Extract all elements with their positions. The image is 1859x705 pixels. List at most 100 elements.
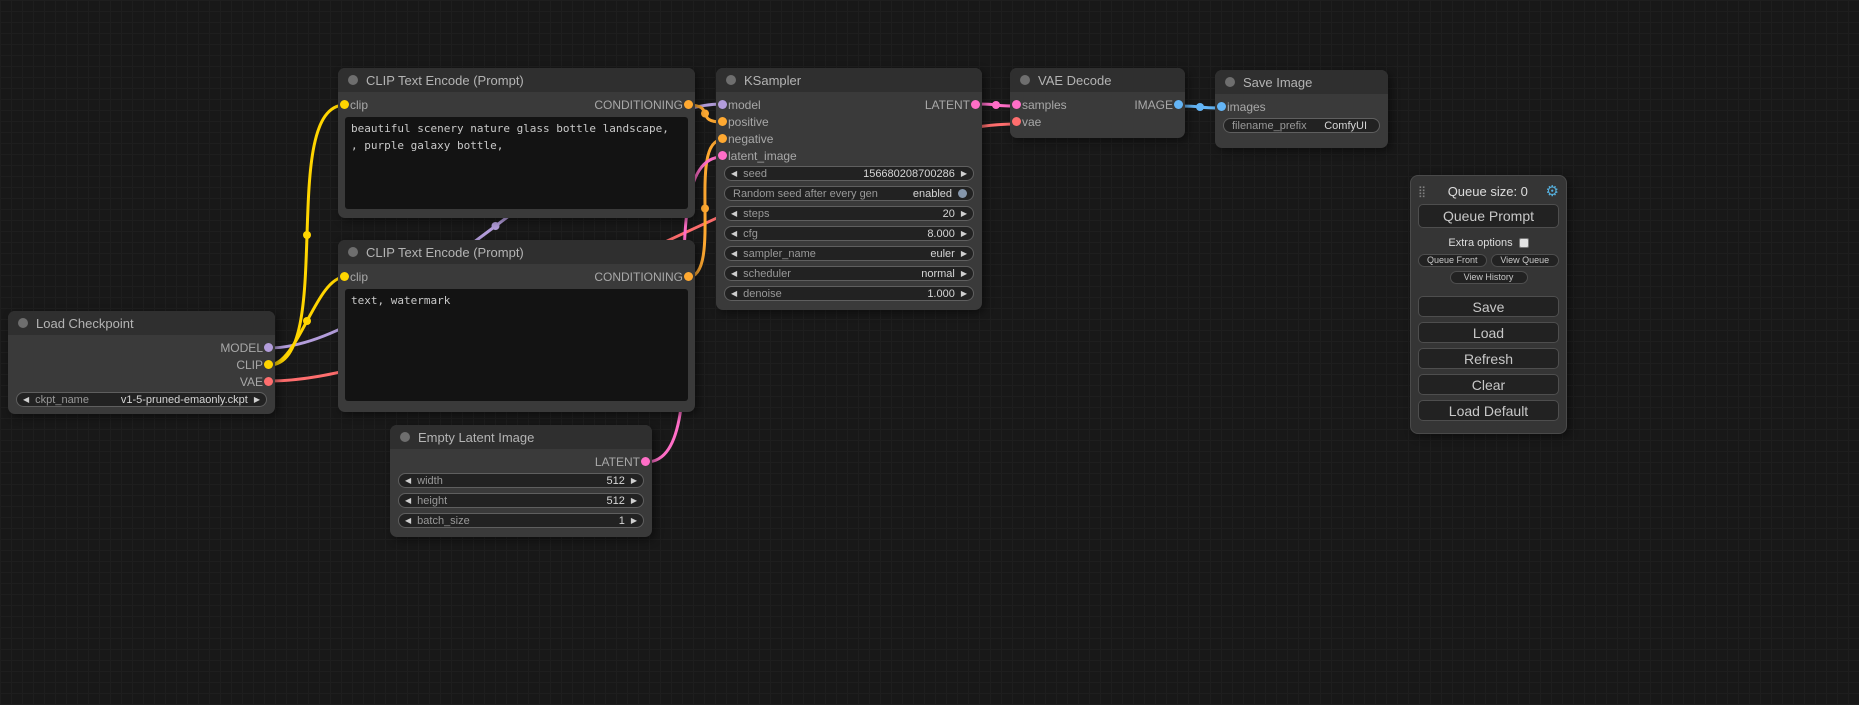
input-slot-model[interactable]: [718, 100, 727, 109]
refresh-button[interactable]: Refresh: [1418, 348, 1559, 369]
input-label-clip: clip: [350, 98, 368, 112]
node-header[interactable]: Empty Latent Image: [390, 425, 652, 449]
output-label-image: IMAGE: [1134, 98, 1173, 112]
arrow-left-icon[interactable]: ◀: [731, 170, 737, 178]
output-label-latent: LATENT: [595, 455, 640, 469]
input-slot-samples[interactable]: [1012, 100, 1021, 109]
widget-steps[interactable]: ◀ steps 20 ▶: [724, 206, 974, 221]
input-slot-clip[interactable]: [340, 272, 349, 281]
output-slot-conditioning[interactable]: [684, 272, 693, 281]
input-slot-latent-image[interactable]: [718, 151, 727, 160]
widget-seed[interactable]: ◀ seed 156680208700286 ▶: [724, 166, 974, 181]
widget-scheduler[interactable]: ◀ scheduler normal ▶: [724, 266, 974, 281]
output-slot-vae[interactable]: [264, 377, 273, 386]
output-slot-latent[interactable]: [971, 100, 980, 109]
collapse-dot[interactable]: [348, 75, 358, 85]
arrow-left-icon[interactable]: ◀: [405, 517, 411, 525]
widget-filename-prefix[interactable]: filename_prefix ComfyUI: [1223, 118, 1380, 133]
node-header[interactable]: VAE Decode: [1010, 68, 1185, 92]
arrow-right-icon[interactable]: ▶: [961, 210, 967, 218]
clear-button[interactable]: Clear: [1418, 374, 1559, 395]
input-label-positive: positive: [728, 115, 769, 129]
arrow-right-icon[interactable]: ▶: [961, 270, 967, 278]
widget-value: 8.000: [927, 228, 955, 240]
input-slot-positive[interactable]: [718, 117, 727, 126]
view-history-button[interactable]: View History: [1450, 271, 1528, 284]
arrow-right-icon[interactable]: ▶: [631, 497, 637, 505]
load-default-button[interactable]: Load Default: [1418, 400, 1559, 421]
arrow-left-icon[interactable]: ◀: [405, 477, 411, 485]
view-queue-button[interactable]: View Queue: [1491, 254, 1560, 267]
output-slot-clip[interactable]: [264, 360, 273, 369]
arrow-right-icon[interactable]: ▶: [631, 517, 637, 525]
queue-prompt-button[interactable]: Queue Prompt: [1418, 204, 1559, 228]
widget-value: 1: [619, 515, 625, 527]
widget-control-after-generate[interactable]: Random seed after every gen enabled: [724, 186, 974, 201]
node-ksampler[interactable]: KSampler model LATENT positive negative …: [716, 68, 982, 310]
arrow-left-icon[interactable]: ◀: [23, 396, 29, 404]
extra-options-checkbox[interactable]: [1519, 238, 1529, 248]
arrow-right-icon[interactable]: ▶: [254, 396, 260, 404]
node-header[interactable]: CLIP Text Encode (Prompt): [338, 240, 695, 264]
widget-width[interactable]: ◀ width 512 ▶: [398, 473, 644, 488]
arrow-left-icon[interactable]: ◀: [731, 270, 737, 278]
widget-label: scheduler: [743, 268, 915, 280]
arrow-left-icon[interactable]: ◀: [405, 497, 411, 505]
arrow-left-icon[interactable]: ◀: [731, 210, 737, 218]
input-slot-negative[interactable]: [718, 134, 727, 143]
collapse-dot[interactable]: [18, 318, 28, 328]
widget-height[interactable]: ◀ height 512 ▶: [398, 493, 644, 508]
node-vae-decode[interactable]: VAE Decode samples IMAGE vae: [1010, 68, 1185, 138]
node-save-image[interactable]: Save Image images filename_prefix ComfyU…: [1215, 70, 1388, 148]
node-load-checkpoint[interactable]: Load Checkpoint MODEL CLIP VAE ◀ ckpt_na…: [8, 311, 275, 414]
queue-front-button[interactable]: Queue Front: [1418, 254, 1487, 267]
arrow-right-icon[interactable]: ▶: [961, 170, 967, 178]
arrow-left-icon[interactable]: ◀: [731, 230, 737, 238]
toggle-icon[interactable]: [958, 189, 967, 198]
widget-label: sampler_name: [743, 248, 924, 260]
collapse-dot[interactable]: [348, 247, 358, 257]
arrow-left-icon[interactable]: ◀: [731, 290, 737, 298]
output-slot-model[interactable]: [264, 343, 273, 352]
node-empty-latent-image[interactable]: Empty Latent Image LATENT ◀ width 512 ▶ …: [390, 425, 652, 537]
arrow-right-icon[interactable]: ▶: [961, 250, 967, 258]
prompt-textarea[interactable]: text, watermark: [345, 289, 688, 401]
queue-menu-panel[interactable]: ⣿ Queue size: 0 ⚙ Queue Prompt Extra opt…: [1410, 175, 1567, 434]
node-title: VAE Decode: [1038, 73, 1111, 88]
input-slot-vae[interactable]: [1012, 117, 1021, 126]
settings-gear-icon[interactable]: ⚙: [1546, 182, 1559, 200]
node-header[interactable]: CLIP Text Encode (Prompt): [338, 68, 695, 92]
output-label-conditioning: CONDITIONING: [594, 98, 683, 112]
output-label-conditioning: CONDITIONING: [594, 270, 683, 284]
node-clip-text-encode-negative[interactable]: CLIP Text Encode (Prompt) clip CONDITION…: [338, 240, 695, 412]
load-button[interactable]: Load: [1418, 322, 1559, 343]
arrow-left-icon[interactable]: ◀: [731, 250, 737, 258]
arrow-right-icon[interactable]: ▶: [961, 290, 967, 298]
input-slot-images[interactable]: [1217, 102, 1226, 111]
output-slot-conditioning[interactable]: [684, 100, 693, 109]
collapse-dot[interactable]: [726, 75, 736, 85]
collapse-dot[interactable]: [1225, 77, 1235, 87]
arrow-right-icon[interactable]: ▶: [631, 477, 637, 485]
input-slot-clip[interactable]: [340, 100, 349, 109]
node-header[interactable]: Save Image: [1215, 70, 1388, 94]
node-header[interactable]: Load Checkpoint: [8, 311, 275, 335]
input-label-negative: negative: [728, 132, 773, 146]
drag-handle-icon[interactable]: ⣿: [1418, 185, 1426, 198]
widget-value: ComfyUI: [1324, 120, 1367, 132]
output-slot-latent[interactable]: [641, 457, 650, 466]
node-clip-text-encode-positive[interactable]: CLIP Text Encode (Prompt) clip CONDITION…: [338, 68, 695, 218]
widget-value: v1-5-pruned-emaonly.ckpt: [121, 394, 248, 406]
prompt-textarea[interactable]: beautiful scenery nature glass bottle la…: [345, 117, 688, 209]
node-header[interactable]: KSampler: [716, 68, 982, 92]
save-button[interactable]: Save: [1418, 296, 1559, 317]
arrow-right-icon[interactable]: ▶: [961, 230, 967, 238]
widget-sampler-name[interactable]: ◀ sampler_name euler ▶: [724, 246, 974, 261]
widget-denoise[interactable]: ◀ denoise 1.000 ▶: [724, 286, 974, 301]
widget-ckpt-name[interactable]: ◀ ckpt_name v1-5-pruned-emaonly.ckpt ▶: [16, 392, 267, 407]
widget-cfg[interactable]: ◀ cfg 8.000 ▶: [724, 226, 974, 241]
collapse-dot[interactable]: [1020, 75, 1030, 85]
collapse-dot[interactable]: [400, 432, 410, 442]
widget-batch-size[interactable]: ◀ batch_size 1 ▶: [398, 513, 644, 528]
output-slot-image[interactable]: [1174, 100, 1183, 109]
